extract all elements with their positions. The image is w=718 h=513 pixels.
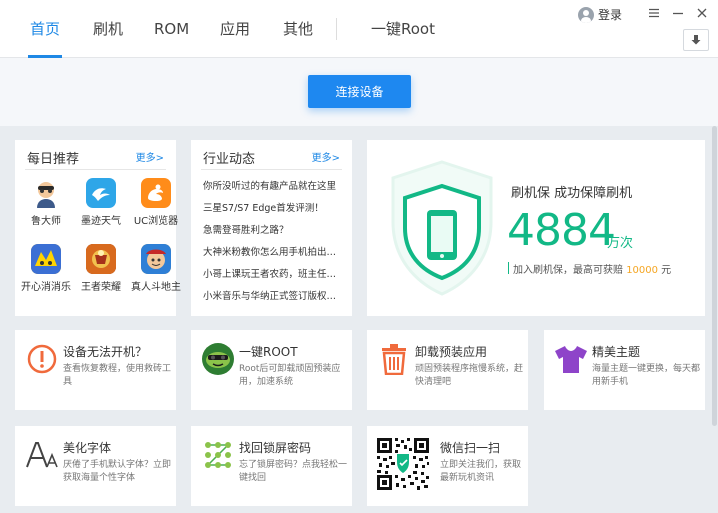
honor-of-kings-icon (86, 244, 116, 274)
qr-code-icon (375, 436, 431, 492)
moji-weather-icon (86, 178, 116, 208)
tool-desc: 厌倦了手机默认字体？立即获取海量个性字体 (63, 460, 172, 483)
app-happy-match[interactable]: 开心消消乐 (21, 244, 71, 293)
daily-recommend-card: 每日推荐 更多> 鲁大师 墨迹天气 UC浏览器 开心消消乐 王者荣耀 真人斗地主 (15, 140, 181, 316)
tool-desc: 海量主题一键更换，每天都用新手机 (592, 364, 701, 387)
app-honor-of-kings[interactable]: 王者荣耀 (76, 244, 126, 293)
news-item[interactable]: 急需登哥胜利之路？ (203, 220, 343, 242)
daily-recommend-header: 每日推荐 更多> (25, 140, 166, 170)
wechat-scan-card[interactable]: 微信扫一扫 立即关注我们，获取最新玩机资讯 (367, 426, 528, 506)
scrollbar-thumb[interactable] (712, 126, 717, 426)
app-name: 真人斗地主 (131, 282, 181, 293)
news-item[interactable]: 小米音乐与华纳正式签订版权… (203, 286, 343, 308)
app-name: 开心消消乐 (21, 282, 71, 293)
pattern-lock-icon (201, 438, 235, 472)
tool-title: 精美主题 (592, 345, 641, 359)
tool-desc: 忘了锁屏密码？点我轻松一键找回 (239, 460, 348, 483)
fonts-card[interactable]: 美化字体 厌倦了手机默认字体？立即获取海量个性字体 (15, 426, 176, 506)
protection-subtitle: 加入刷机保，最高可获赔 10000 元 (513, 265, 672, 276)
device-connect-strip: 连接设备 (0, 58, 718, 126)
connect-device-button[interactable]: 连接设备 (308, 75, 411, 108)
happy-match-icon (31, 244, 61, 274)
tool-title: 设备无法开机？ (63, 345, 148, 359)
tool-title: 美化字体 (63, 441, 112, 455)
news-item[interactable]: 大神米粉教你怎么用手机拍出… (203, 242, 343, 264)
login-button[interactable]: 登录 (578, 6, 622, 23)
download-button[interactable] (683, 29, 709, 51)
ludashi-icon (31, 178, 61, 208)
app-name: 墨迹天气 (81, 216, 121, 227)
daily-recommend-more-link[interactable]: 更多> (136, 149, 164, 164)
tool-title: 卸载预装应用 (415, 345, 488, 359)
tool-desc: 查看恢复教程，使用救砖工具 (63, 364, 172, 387)
tool-desc: Root后可卸载顽固预装应用，加速系统 (239, 364, 341, 387)
protection-count: 4884 (507, 205, 616, 256)
tab-rom[interactable]: ROM (154, 0, 189, 58)
news-item[interactable]: 三星S7/S7 Edge首发评测！ (203, 198, 343, 220)
industry-news-title: 行业动态 (203, 152, 256, 167)
tool-title: 一键ROOT (239, 345, 298, 359)
industry-news-more-link[interactable]: 更多> (312, 149, 340, 164)
device-not-boot-card[interactable]: 设备无法开机？ 查看恢复教程，使用救砖工具 (15, 330, 176, 410)
tab-one-click-root[interactable]: 一键Root (371, 0, 435, 58)
app-name: UC浏览器 (133, 216, 179, 227)
one-click-root-card[interactable]: 一键ROOT Root后可卸载顽固预装应用，加速系统 (191, 330, 352, 410)
protection-unit: 万次 (607, 236, 634, 251)
flash-protection-card[interactable]: 刷机保 成功保障刷机 4884 万次 加入刷机保，最高可获赔 10000 元 (367, 140, 705, 316)
news-item[interactable]: 小哥上课玩王者农药，班主任… (203, 264, 343, 286)
tab-home[interactable]: 首页 (27, 0, 63, 58)
download-icon (691, 35, 701, 45)
app-moji-weather[interactable]: 墨迹天气 (76, 178, 126, 227)
minimize-icon[interactable] (669, 4, 687, 22)
industry-news-header: 行业动态 更多> (201, 140, 342, 170)
trash-icon (377, 342, 411, 376)
dou-dizhu-icon (141, 244, 171, 274)
themes-card[interactable]: 精美主题 海量主题一键更换，每天都用新手机 (544, 330, 705, 410)
close-icon[interactable] (693, 4, 711, 22)
shield-icon (391, 160, 493, 296)
tshirt-icon (554, 342, 588, 376)
uninstall-preinstalled-card[interactable]: 卸载预装应用 顽固预装程序拖慢系统，赶快清理吧 (367, 330, 528, 410)
protection-accent-bar (508, 262, 509, 274)
protection-title: 刷机保 成功保障刷机 (511, 186, 633, 201)
scrollbar-track[interactable] (711, 126, 718, 513)
app-uc-browser[interactable]: UC浏览器 (131, 178, 181, 227)
protection-amount: 10000 (626, 265, 658, 276)
industry-news-card: 行业动态 更多> 你所没听过的有趣产品就在这里 三星S7/S7 Edge首发评测… (191, 140, 352, 316)
login-label: 登录 (598, 8, 623, 22)
news-item[interactable]: 你所没听过的有趣产品就在这里 (203, 176, 343, 198)
root-android-icon (201, 342, 235, 376)
app-name: 王者荣耀 (81, 282, 121, 293)
tool-title: 微信扫一扫 (440, 441, 501, 455)
tab-flash[interactable]: 刷机 (93, 0, 123, 58)
header-bar: 首页 刷机 ROM 应用 其他 一键Root 登录 (0, 0, 718, 58)
font-icon (25, 438, 59, 472)
daily-recommend-title: 每日推荐 (27, 152, 80, 167)
recover-lock-password-card[interactable]: 找回锁屏密码 忘了锁屏密码？点我轻松一键找回 (191, 426, 352, 506)
user-icon (578, 6, 594, 23)
app-ludashi[interactable]: 鲁大师 (21, 178, 71, 227)
news-list: 你所没听过的有趣产品就在这里 三星S7/S7 Edge首发评测！ 急需登哥胜利之… (203, 176, 343, 308)
tab-apps[interactable]: 应用 (220, 0, 250, 58)
tool-desc: 立即关注我们，获取最新玩机资讯 (440, 460, 522, 483)
tool-title: 找回锁屏密码 (239, 441, 312, 455)
tool-desc: 顽固预装程序拖慢系统，赶快清理吧 (415, 364, 524, 387)
app-dou-dizhu[interactable]: 真人斗地主 (131, 244, 181, 293)
app-name: 鲁大师 (31, 216, 61, 227)
uc-browser-icon (141, 178, 171, 208)
menu-icon[interactable] (645, 4, 663, 22)
tab-other[interactable]: 其他 (283, 0, 313, 58)
nav-divider (336, 18, 337, 40)
alert-circle-icon (25, 342, 59, 376)
